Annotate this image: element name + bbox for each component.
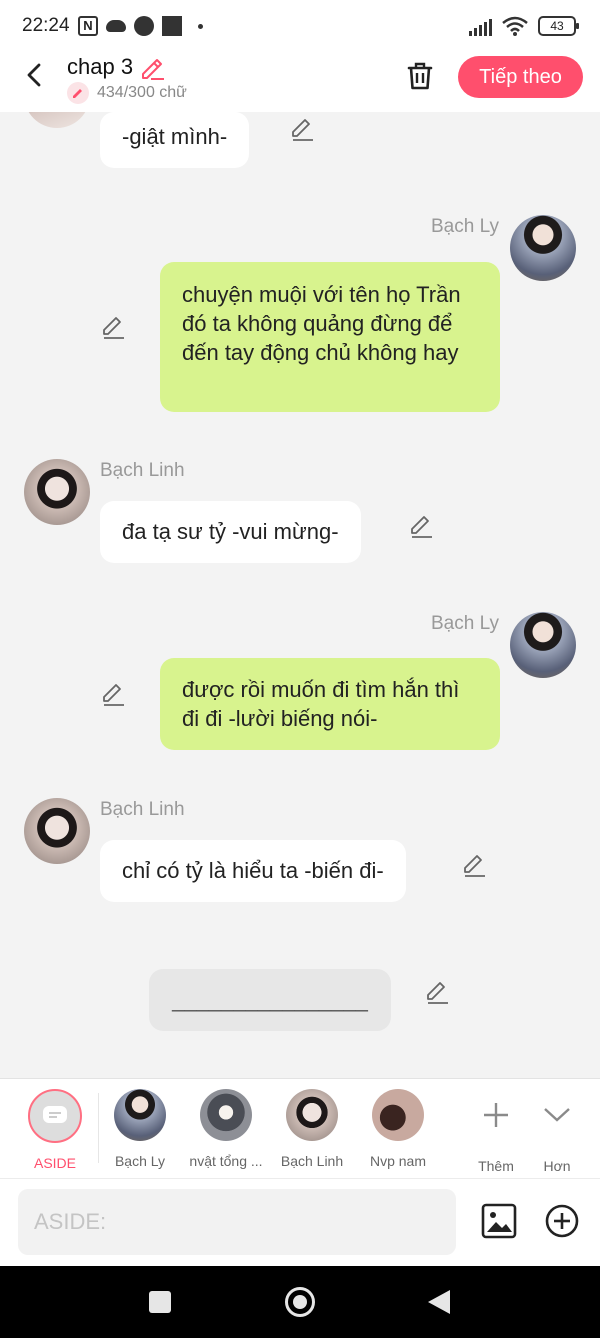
avatar-bach-ly[interactable] [510, 215, 576, 281]
next-button[interactable]: Tiếp theo [458, 56, 583, 98]
home-icon[interactable] [285, 1287, 315, 1317]
message-text: đa tạ sư tỷ -vui mừng- [122, 519, 339, 544]
avatar-bach-ly[interactable] [510, 612, 576, 678]
sender-name: Bạch Linh [100, 799, 185, 820]
aside-bubble[interactable]: ________________ [149, 969, 391, 1031]
edit-message-icon[interactable] [100, 313, 126, 339]
message-text: chỉ có tỷ là hiểu ta -biến đi- [122, 858, 384, 883]
chapter-title[interactable]: chap 3 [67, 54, 165, 80]
message-bubble[interactable]: được rồi muốn đi tìm hắn thì đi đi -lười… [160, 658, 500, 750]
character-label: Nvp nam [369, 1153, 427, 1169]
signal-icon [469, 16, 492, 36]
battery-icon: 43 [538, 16, 579, 36]
edit-message-icon[interactable] [424, 978, 450, 1004]
word-count: 434/300 chữ [67, 82, 187, 104]
status-notification-icons: N [78, 16, 203, 36]
character-nvp-nam[interactable]: Nvp nam [356, 1089, 440, 1169]
chat-area[interactable]: -giật mình- Bạch Ly chuyện muội với tên … [0, 112, 600, 1078]
sender-name: Bạch Linh [100, 460, 185, 481]
character-avatar [372, 1089, 424, 1141]
editor-header: chap 3 434/300 chữ Tiếp theo [0, 50, 600, 112]
character-label: Bạch Ly [114, 1153, 166, 1169]
system-nav-bar [0, 1266, 600, 1338]
wifi-icon [502, 16, 528, 36]
message-text: được rồi muốn đi tìm hắn thì đi đi -lười… [182, 677, 460, 731]
messenger-icon [134, 16, 154, 36]
sender-name: Bạch Ly [431, 613, 499, 634]
character-selector: ASIDE Bạch Ly nvật tổng ... Bạch Linh Nv… [0, 1078, 600, 1178]
edit-message-icon[interactable] [100, 680, 126, 706]
pen-badge-icon [67, 82, 89, 104]
cloud-icon [106, 20, 126, 32]
status-bar: 22:24 N 43 [0, 0, 600, 56]
message-bubble[interactable]: đa tạ sư tỷ -vui mừng- [100, 501, 361, 563]
aside-avatar [28, 1089, 82, 1143]
character-avatar [286, 1089, 338, 1141]
recents-icon[interactable] [149, 1291, 171, 1313]
character-avatar [200, 1089, 252, 1141]
message-bubble[interactable]: -giật mình- [100, 112, 250, 168]
edit-message-icon[interactable] [289, 115, 315, 141]
chapter-title-text: chap 3 [67, 54, 134, 79]
trash-icon[interactable] [402, 58, 438, 94]
app-notification-icon [162, 16, 182, 36]
back-icon[interactable] [428, 1290, 450, 1314]
character-label: Hơn [543, 1158, 571, 1174]
pencil-icon[interactable] [139, 54, 165, 80]
message-input[interactable] [18, 1189, 456, 1255]
character-aside[interactable]: ASIDE [13, 1089, 97, 1171]
word-count-text: 434/300 chữ [97, 84, 187, 101]
character-label: ASIDE [33, 1155, 76, 1171]
more-notifications-icon [198, 23, 203, 29]
input-bar [0, 1178, 600, 1266]
status-time: 22:24 [22, 15, 70, 36]
back-arrow-icon[interactable] [20, 60, 50, 90]
character-bach-ly[interactable]: Bạch Ly [98, 1089, 182, 1169]
sender-name: Bạch Ly [431, 216, 499, 237]
character-label: Bạch Linh [280, 1153, 344, 1169]
character-label: nvật tổng ... [189, 1153, 263, 1169]
message-bubble[interactable]: chỉ có tỷ là hiểu ta -biến đi- [100, 840, 406, 902]
aside-text: ________________ [172, 987, 368, 1012]
nfc-icon: N [78, 16, 98, 36]
add-circle-icon[interactable] [545, 1204, 579, 1238]
character-avatar [114, 1089, 166, 1141]
message-bubble[interactable]: chuyện muội với tên họ Trần đó ta không … [160, 262, 500, 412]
edit-message-icon[interactable] [461, 851, 487, 877]
character-bach-linh[interactable]: Bạch Linh [270, 1089, 354, 1169]
avatar-bach-linh[interactable] [24, 798, 90, 864]
chevron-down-icon [544, 1108, 570, 1122]
more-characters-button[interactable]: Hơn [515, 1089, 599, 1174]
edit-message-icon[interactable] [408, 512, 434, 538]
avatar-bach-linh[interactable] [24, 112, 90, 128]
message-text: chuyện muội với tên họ Trần đó ta không … [182, 282, 461, 365]
character-nvat-tong[interactable]: nvật tổng ... [184, 1089, 268, 1169]
image-icon[interactable] [481, 1203, 517, 1239]
status-system-icons: 43 [469, 16, 579, 36]
chat-bubble-icon [43, 1106, 67, 1123]
avatar-bach-linh[interactable] [24, 459, 90, 525]
message-text: -giật mình- [122, 124, 228, 149]
